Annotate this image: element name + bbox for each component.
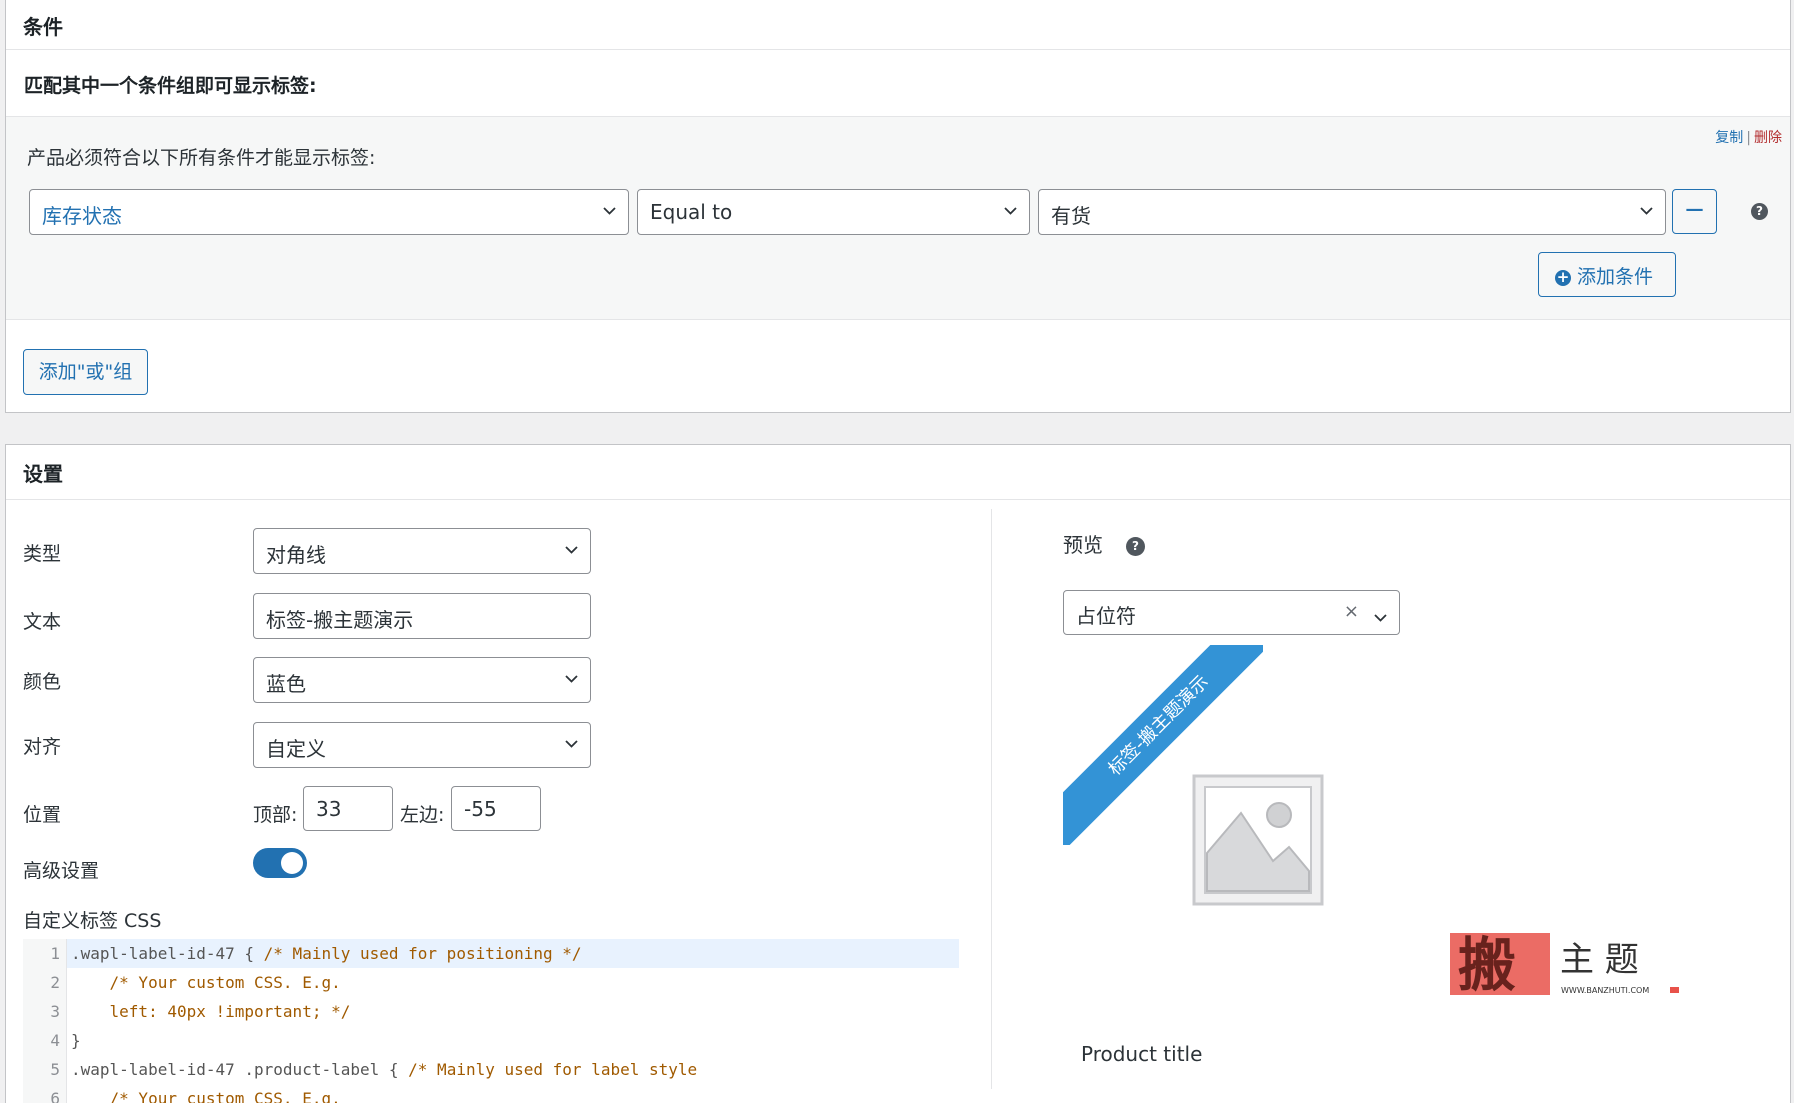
svg-text:搬: 搬	[1458, 931, 1516, 999]
code-text: left: 40px !important; */	[71, 997, 351, 1026]
type-select[interactable]: 对角线	[253, 528, 591, 574]
left-label: 左边:	[400, 804, 445, 826]
svg-text:主 题: 主 题	[1560, 940, 1639, 980]
code-line[interactable]: 4}	[23, 1026, 959, 1055]
line-number: 5	[23, 1055, 67, 1084]
chevron-down-icon	[565, 672, 578, 685]
advanced-settings-toggle[interactable]	[253, 848, 307, 878]
settings-title: 设置	[23, 462, 63, 486]
help-icon[interactable]: ?	[1751, 203, 1768, 220]
settings-panel: 设置 类型 对角线 文本 标签-搬主题演示 颜色 蓝色 对齐 自定义 位置 顶部…	[5, 444, 1791, 1103]
watermark-logo: 搬 主 题 WWW.BANZHUTI.COM	[1448, 927, 1688, 1003]
left-offset-input[interactable]: -55	[451, 786, 541, 831]
chevron-down-icon	[1640, 204, 1653, 217]
color-label: 颜色	[23, 671, 62, 693]
top-offset-input[interactable]: 33	[303, 786, 393, 831]
code-token: /* Your custom CSS. E.g.	[71, 1089, 341, 1103]
condition-field-select[interactable]: 库存状态	[29, 189, 629, 235]
remove-condition-button[interactable]: −	[1672, 189, 1717, 234]
code-token: }	[71, 1031, 81, 1050]
product-title: Product title	[1081, 1042, 1203, 1066]
code-line[interactable]: 1 .wapl-label-id-47 { /* Mainly used for …	[23, 939, 959, 968]
type-value: 对角线	[266, 543, 326, 567]
conditions-subtitle: 匹配其中一个条件组即可显示标签:	[24, 75, 317, 97]
code-text: .wapl-label-id-47 .product-label { /* Ma…	[71, 1055, 697, 1084]
chevron-down-icon	[565, 737, 578, 750]
top-label: 顶部:	[253, 804, 298, 826]
add-or-group-button[interactable]: 添加"或"组	[23, 349, 148, 395]
line-number: 3	[23, 997, 67, 1026]
code-line[interactable]: 6 /* Your custom CSS. E.g.	[23, 1084, 959, 1103]
add-condition-label: 添加条件	[1577, 266, 1654, 288]
clear-icon[interactable]: ×	[1344, 601, 1359, 622]
preview-product-value: 占位符	[1076, 604, 1136, 628]
position-label: 位置	[23, 804, 62, 826]
advanced-label: 高级设置	[23, 860, 100, 882]
help-icon[interactable]: ?	[1126, 537, 1145, 556]
chevron-down-icon	[565, 543, 578, 556]
condition-group: 产品必须符合以下所有条件才能显示标签: 复制 | 删除 库存状态 Equal to …	[6, 116, 1790, 320]
text-label: 文本	[23, 611, 62, 633]
code-token: /* Mainly used for positioning */	[263, 944, 582, 963]
code-line[interactable]: 5 .wapl-label-id-47 .product-label { /* M…	[23, 1055, 959, 1084]
line-number: 4	[23, 1026, 67, 1055]
svg-text:WWW.BANZHUTI.COM: WWW.BANZHUTI.COM	[1561, 986, 1649, 995]
align-label: 对齐	[23, 736, 62, 758]
ribbon-text: 标签-搬主题演示	[1063, 645, 1263, 845]
add-condition-button[interactable]: + 添加条件	[1538, 252, 1676, 297]
divider	[6, 49, 1790, 50]
line-number: 1	[23, 939, 67, 968]
condition-operator-value: Equal to	[650, 200, 733, 224]
group-description: 产品必须符合以下所有条件才能显示标签:	[27, 147, 376, 169]
code-line[interactable]: 3 left: 40px !important; */	[23, 997, 959, 1026]
conditions-title: 条件	[23, 15, 63, 39]
copy-group-link[interactable]: 复制	[1715, 130, 1743, 146]
code-text: /* Your custom CSS. E.g.	[71, 1084, 341, 1103]
condition-operator-select[interactable]: Equal to	[637, 189, 1030, 235]
align-value: 自定义	[266, 737, 326, 761]
condition-field-value: 库存状态	[42, 204, 122, 228]
label-text-input[interactable]: 标签-搬主题演示	[253, 593, 591, 639]
delete-group-link[interactable]: 删除	[1754, 130, 1782, 146]
code-text: }	[71, 1026, 81, 1055]
css-code-editor[interactable]: 1 .wapl-label-id-47 { /* Mainly used for …	[23, 939, 959, 1103]
code-text: /* Your custom CSS. E.g.	[71, 968, 341, 997]
column-divider	[991, 509, 992, 1089]
code-token: .wapl-label-id-47 .product-label {	[71, 1060, 409, 1079]
code-line[interactable]: 2 /* Your custom CSS. E.g.	[23, 968, 959, 997]
link-separator: |	[1746, 130, 1751, 146]
align-select[interactable]: 自定义	[253, 722, 591, 768]
custom-css-label: 自定义标签 CSS	[23, 910, 162, 932]
chevron-down-icon	[1004, 204, 1017, 217]
group-actions: 复制 | 删除	[1715, 127, 1782, 147]
preview-label: 预览	[1063, 533, 1103, 557]
line-number: 2	[23, 968, 67, 997]
diagonal-label-ribbon: 标签-搬主题演示	[1063, 645, 1263, 845]
divider	[6, 499, 1790, 500]
line-number: 6	[23, 1084, 67, 1103]
code-text: .wapl-label-id-47 { /* Mainly used for p…	[71, 939, 582, 968]
code-token: /* Your custom CSS. E.g.	[71, 973, 341, 992]
code-token: /* Mainly used for label style	[408, 1060, 698, 1079]
toggle-knob	[281, 852, 303, 874]
type-label: 类型	[23, 543, 62, 565]
code-token: .wapl-label-id-47 {	[71, 944, 264, 963]
condition-value-select[interactable]: 有货	[1038, 189, 1666, 235]
condition-value-value: 有货	[1051, 204, 1091, 228]
code-token: left: 40px !important; */	[71, 1002, 351, 1021]
preview-product-select[interactable]: 占位符 ×	[1063, 590, 1400, 635]
conditions-panel: 条件 匹配其中一个条件组即可显示标签: 产品必须符合以下所有条件才能显示标签: …	[5, 0, 1791, 413]
chevron-down-icon	[603, 204, 616, 217]
color-value: 蓝色	[266, 672, 306, 696]
chevron-down-icon	[1374, 605, 1387, 629]
plus-circle-icon: +	[1555, 268, 1571, 286]
color-select[interactable]: 蓝色	[253, 657, 591, 703]
